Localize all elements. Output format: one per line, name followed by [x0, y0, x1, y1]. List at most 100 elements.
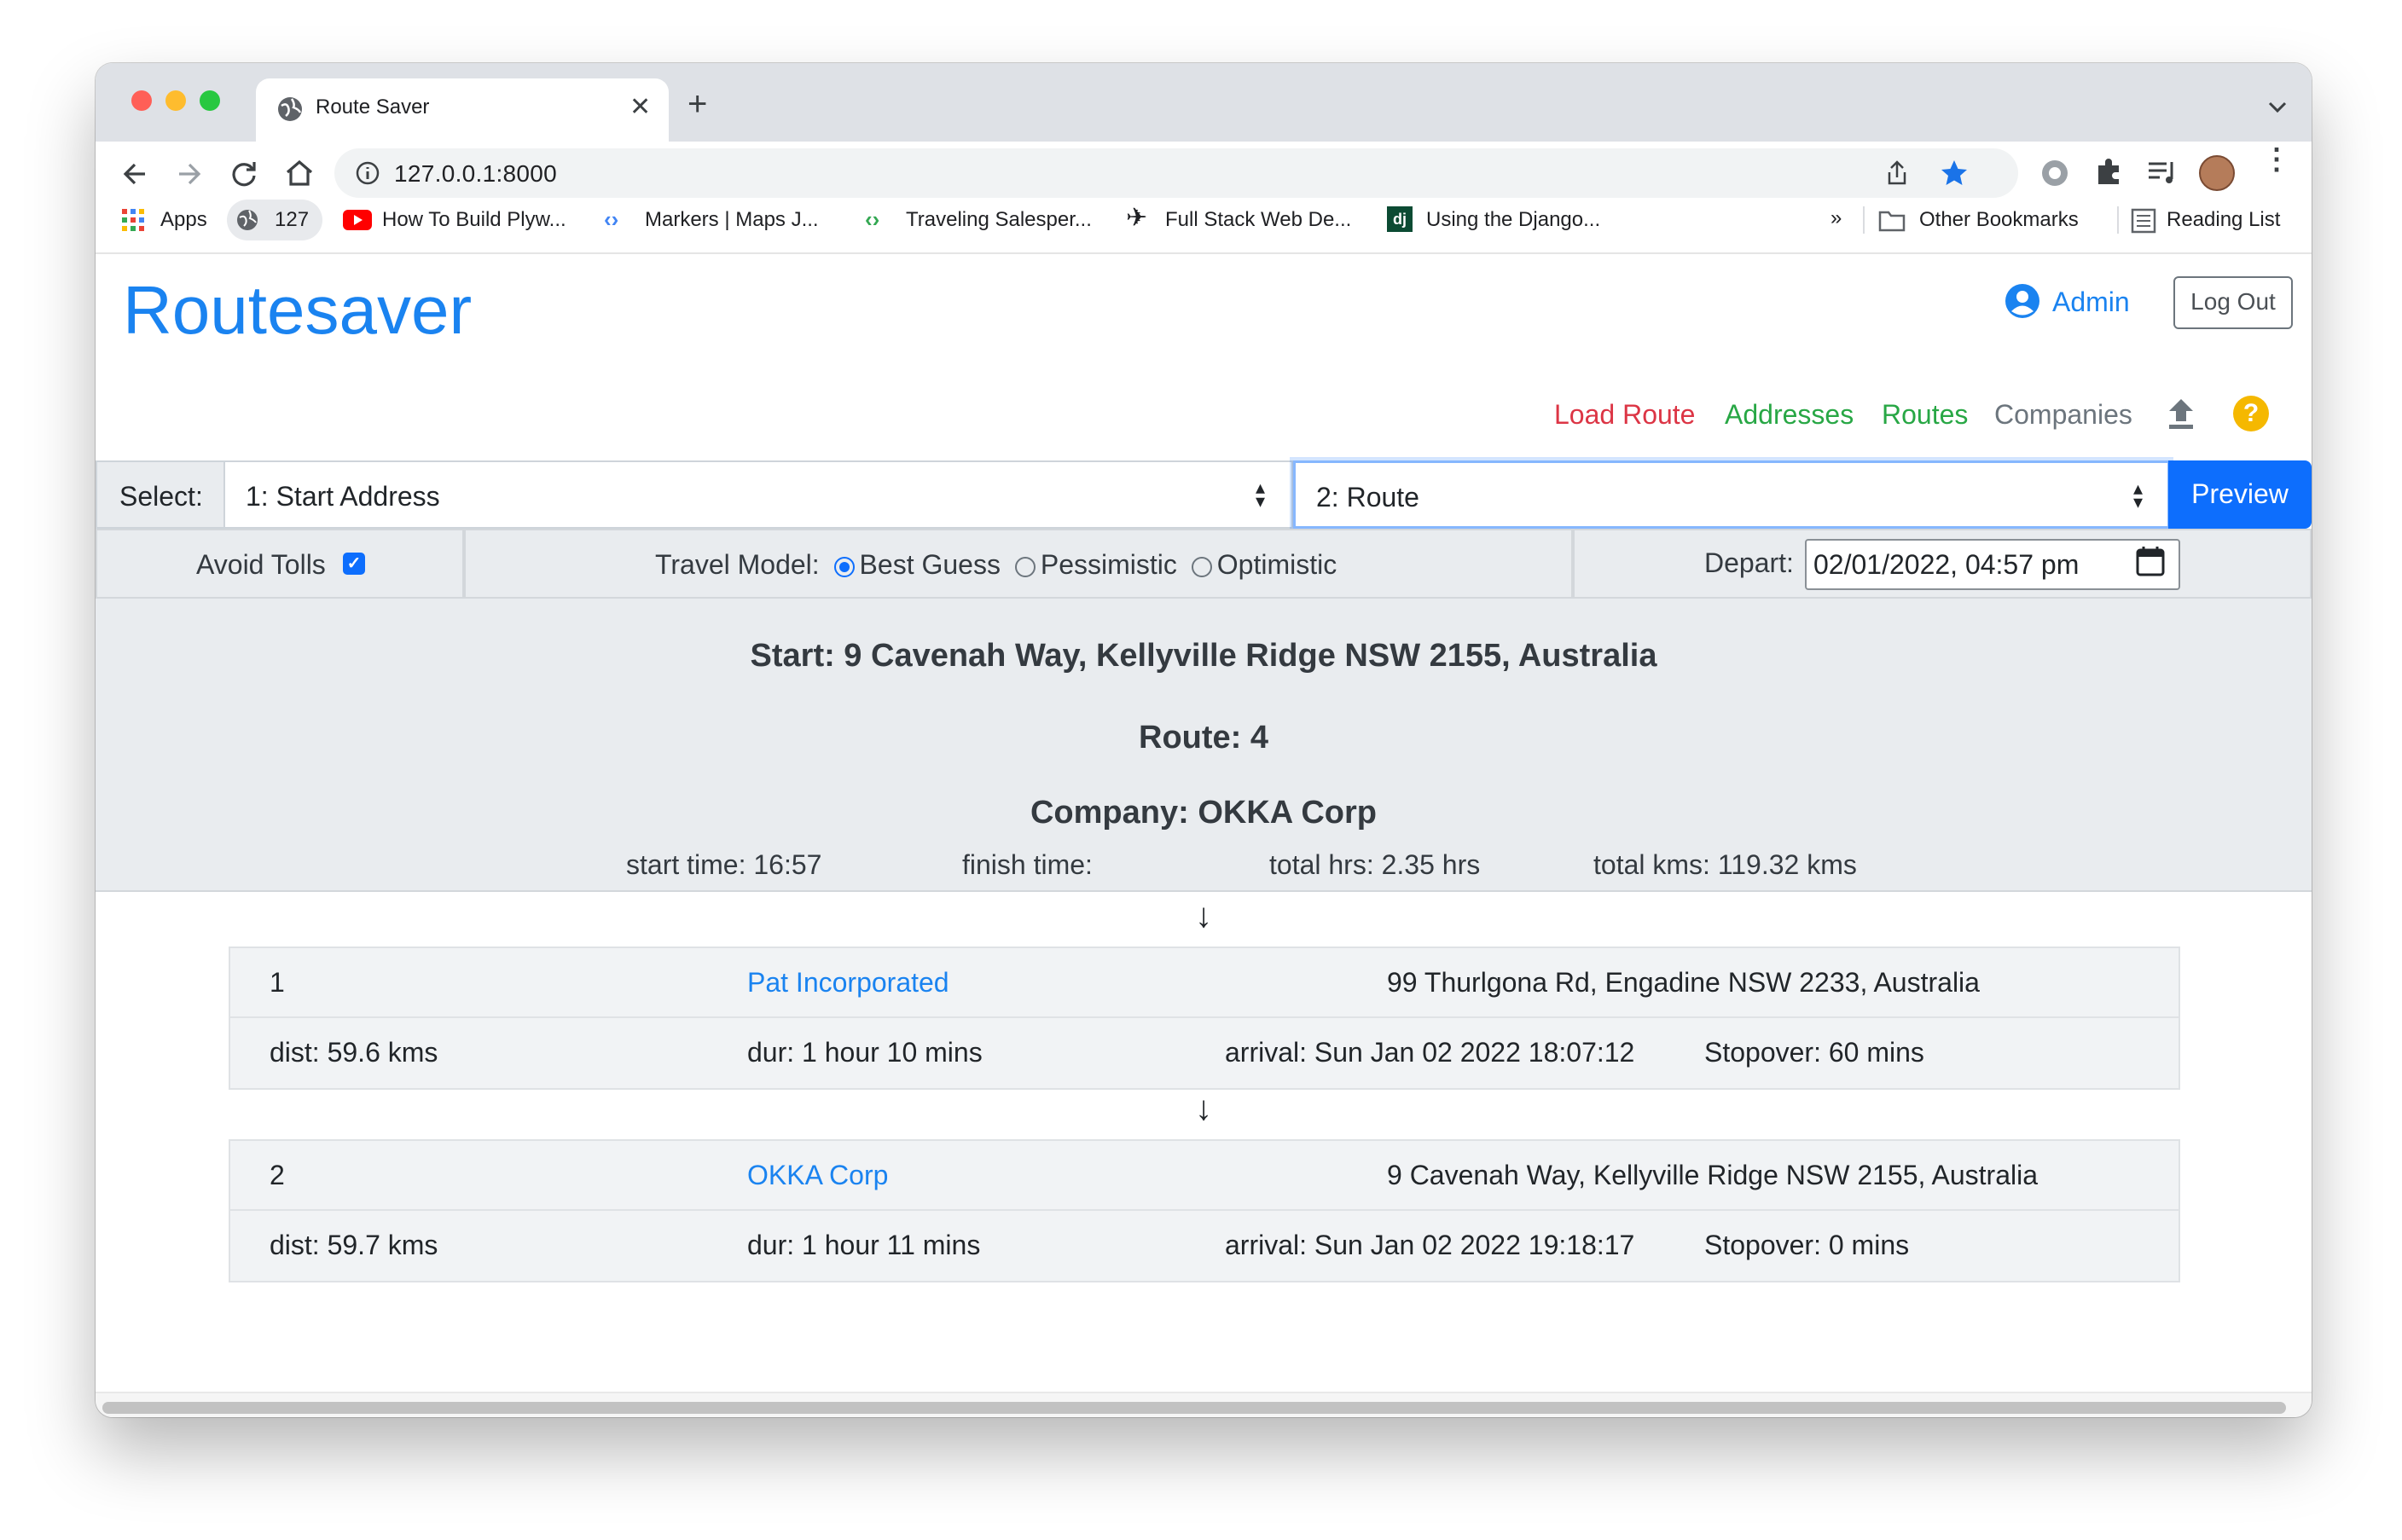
stop-stopover: Stopover: 0 mins: [1704, 1230, 1910, 1260]
more-bookmarks-button[interactable]: »: [1831, 206, 1842, 230]
stop-number: 2: [270, 1160, 285, 1190]
summary-total-kms: total kms: 119.32 kms: [1593, 849, 1857, 880]
upload-icon[interactable]: [2167, 397, 2196, 430]
bookmark-apps[interactable]: Apps: [160, 208, 207, 232]
stop-address: 9 Cavenah Way, Kellyville Ridge NSW 2155…: [1387, 1160, 2039, 1190]
nav-load-route[interactable]: Load Route: [1554, 399, 1695, 431]
stop-number: 1: [270, 967, 285, 998]
summary-start: Start: 9 Cavenah Way, Kellyville Ridge N…: [750, 638, 1657, 674]
address-bar[interactable]: 127.0.0.1:8000: [334, 148, 2018, 198]
calendar-icon[interactable]: [2136, 546, 2165, 576]
share-icon[interactable]: [1885, 160, 1909, 186]
apps-grid-icon[interactable]: [121, 208, 145, 232]
stop-company-link[interactable]: Pat Incorporated: [747, 967, 949, 999]
brand-logo[interactable]: Routesaver: [123, 271, 472, 350]
stop-duration: dur: 1 hour 10 mins: [747, 1037, 983, 1068]
bookmark-127[interactable]: 127: [227, 200, 322, 240]
stop-divider: [230, 1016, 2179, 1018]
bookmark-markers[interactable]: Markers | Maps J...: [645, 208, 819, 232]
new-tab-button[interactable]: +: [688, 87, 707, 121]
best-guess-label[interactable]: Best Guess: [860, 549, 1001, 580]
depart-label: Depart:: [1704, 547, 1794, 578]
reading-list-icon: [2131, 208, 2156, 234]
reload-icon[interactable]: [229, 159, 259, 189]
extensions-puzzle-icon[interactable]: [2093, 157, 2124, 188]
bookmark-plywood[interactable]: How To Build Plyw...: [382, 208, 566, 232]
globe-icon: [237, 210, 258, 230]
start-address-select[interactable]: 1: Start Address ▴ ▾: [223, 460, 1293, 529]
summary-total-hrs: total hrs: 2.35 hrs: [1269, 849, 1481, 880]
route-select[interactable]: 2: Route ▴ ▾: [1293, 460, 2170, 529]
reading-list[interactable]: Reading List: [2167, 208, 2280, 232]
options-row: Avoid Tolls ✓ Travel Model: Best Guess P…: [96, 529, 2312, 599]
bookmark-full-stack[interactable]: Full Stack Web De...: [1165, 208, 1351, 232]
bookmark-django[interactable]: Using the Django...: [1426, 208, 1600, 232]
avoid-tolls-checkbox[interactable]: ✓: [343, 553, 365, 575]
bookmark-traveling-salesperson[interactable]: Traveling Salesper...: [906, 208, 1092, 232]
optimistic-radio[interactable]: [1191, 556, 1212, 577]
summary-finish-time: finish time:: [962, 849, 1093, 880]
nav-addresses[interactable]: Addresses: [1725, 399, 1854, 431]
home-icon[interactable]: [283, 157, 316, 189]
pessimistic-label[interactable]: Pessimistic: [1041, 549, 1177, 580]
bookmark-label: 127: [275, 208, 310, 231]
start-address-value: 1: Start Address: [246, 481, 440, 512]
minimize-window-button[interactable]: [165, 90, 186, 111]
stop-card: 2 OKKA Corp 9 Cavenah Way, Kellyville Ri…: [229, 1139, 2180, 1282]
other-bookmarks[interactable]: Other Bookmarks: [1919, 208, 2079, 232]
nav-companies[interactable]: Companies: [1994, 399, 2132, 431]
depart-datetime-input[interactable]: 02/01/2022, 04:57 pm: [1805, 539, 2180, 590]
stop-divider: [230, 1209, 2179, 1211]
optimistic-label[interactable]: Optimistic: [1217, 549, 1337, 580]
tab-bar: Route Saver ✕ +: [96, 63, 2312, 142]
nav-routes[interactable]: Routes: [1882, 399, 1968, 431]
site-info-icon[interactable]: [355, 160, 380, 186]
select-caret-icon: ▴ ▾: [2133, 478, 2144, 512]
tab-title: Route Saver: [316, 96, 430, 119]
close-window-button[interactable]: [131, 90, 152, 111]
admin-user-link[interactable]: Admin: [2052, 287, 2130, 318]
tab-close-icon[interactable]: ✕: [630, 92, 651, 122]
preview-button[interactable]: Preview: [2168, 460, 2312, 529]
folder-icon: [1878, 211, 1906, 232]
select-caret-icon: ▴ ▾: [1256, 477, 1266, 512]
maximize-window-button[interactable]: [200, 90, 220, 111]
back-icon[interactable]: [119, 159, 150, 189]
bookmarks-divider: [2117, 206, 2119, 234]
stop-stopover: Stopover: 60 mins: [1704, 1037, 1924, 1068]
profile-avatar[interactable]: [2199, 155, 2235, 191]
depart-value: 02/01/2022, 04:57 pm: [1813, 549, 2080, 580]
stop-arrival: arrival: Sun Jan 02 2022 18:07:12: [1225, 1037, 1635, 1068]
help-icon[interactable]: ?: [2233, 396, 2269, 431]
best-guess-radio[interactable]: [833, 556, 855, 577]
horizontal-scrollbar[interactable]: [96, 1392, 2312, 1417]
media-controls-icon[interactable]: [2146, 157, 2179, 188]
url-text[interactable]: 127.0.0.1:8000: [394, 160, 557, 188]
stop-card: 1 Pat Incorporated 99 Thurlgona Rd, Enga…: [229, 947, 2180, 1090]
travel-model-label: Travel Model:: [655, 549, 820, 580]
stop-company-link[interactable]: OKKA Corp: [747, 1160, 888, 1191]
browser-menu-icon[interactable]: ⋮: [2262, 145, 2291, 174]
browser-tab[interactable]: Route Saver ✕: [256, 78, 669, 142]
summary-route: Route: 4: [1139, 720, 1268, 756]
pessimistic-radio[interactable]: [1014, 556, 1036, 577]
stop-distance: dist: 59.7 kms: [270, 1230, 438, 1260]
user-circle-icon[interactable]: [2005, 283, 2040, 319]
globe-icon: [278, 97, 302, 121]
bookmark-star-icon[interactable]: [1940, 159, 1969, 188]
selector-bar: Select: 1: Start Address ▴ ▾ 2: Route ▴ ▾ …: [96, 460, 2312, 529]
logout-button[interactable]: Log Out: [2173, 276, 2293, 329]
django-icon: dj: [1387, 206, 1413, 232]
stop-address: 99 Thurlgona Rd, Engadine NSW 2233, Aust…: [1387, 967, 1980, 998]
tab-search-chevron-icon[interactable]: [2267, 101, 2288, 114]
summary-company: Company: OKKA Corp: [1030, 795, 1378, 831]
avoid-tolls-label: Avoid Tolls: [196, 549, 326, 580]
forward-icon[interactable]: [174, 159, 205, 189]
scrollbar-thumb[interactable]: [102, 1402, 2286, 1414]
route-summary: Start: 9 Cavenah Way, Kellyville Ridge N…: [96, 599, 2312, 892]
extension-gear-icon[interactable]: [2039, 157, 2071, 189]
select-label: Select:: [96, 460, 225, 529]
down-arrow-icon: ↓: [1195, 1090, 1212, 1127]
bird-icon: ✈: [1126, 204, 1148, 232]
route-value: 2: Route: [1316, 482, 1419, 512]
